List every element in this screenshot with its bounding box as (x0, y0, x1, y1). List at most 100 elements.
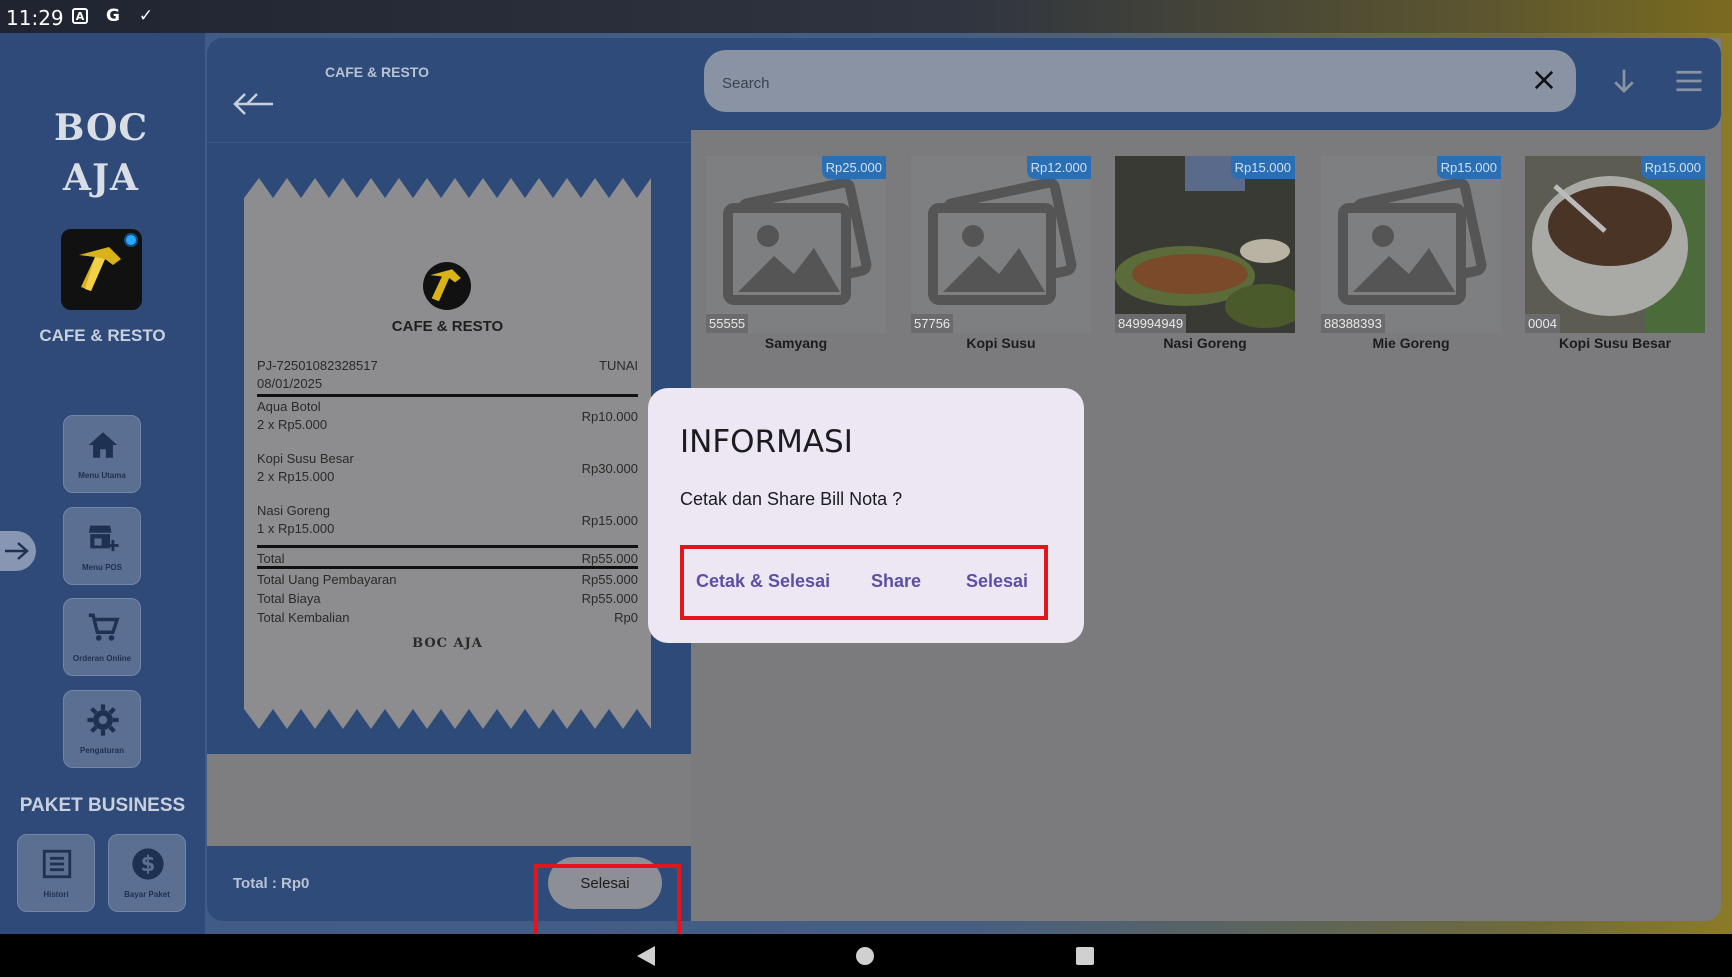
arrow-down-icon[interactable] (1609, 66, 1639, 96)
store-logo[interactable] (61, 229, 142, 310)
close-icon[interactable] (1530, 66, 1558, 94)
receipt-item: Kopi Susu Besar 2 x Rp15.000 Rp30.000 (257, 451, 638, 484)
store-add-icon (88, 525, 119, 552)
dollar-icon: $ (132, 848, 164, 880)
dialog-message: Cetak dan Share Bill Nota ? (680, 489, 903, 509)
back-nav-icon[interactable] (635, 944, 657, 968)
product-name: Kopi Susu (966, 335, 1036, 351)
cost-label: Total Biaya (257, 591, 321, 606)
price-badge: Rp15.000 (1436, 156, 1501, 179)
product-name: Kopi Susu Besar (1558, 335, 1672, 351)
cart-total: Total : Rp0 (233, 875, 310, 892)
product-code: 0004 (1525, 314, 1560, 333)
product-card[interactable]: Rp12.000 57756 Kopi Susu (911, 156, 1091, 356)
system-nav-bar (0, 934, 1732, 977)
histori-button[interactable]: Histori (17, 834, 95, 912)
image-placeholder-icon (1321, 156, 1501, 333)
receipt-date-row: 08/01/2025 (257, 376, 638, 391)
a-box-icon: A (72, 8, 88, 24)
status-bar: 11:29 A G ✓ (0, 0, 1732, 33)
nav-orderan-online[interactable]: Orderan Online (63, 598, 141, 676)
receipt-divider (257, 394, 638, 397)
cart-header: CAFE & RESTO (207, 38, 691, 143)
receipt-footer-logo: BOC AJA (412, 636, 483, 651)
cart-icon (88, 613, 120, 641)
coffee-photo (1525, 156, 1705, 333)
home-nav-icon[interactable] (855, 946, 875, 966)
cetak-selesai-button[interactable]: Cetak & Selesai (696, 571, 830, 592)
back-arrow-icon[interactable] (231, 90, 277, 118)
price-badge: Rp15.000 (1640, 156, 1705, 179)
receipt-store-name: CAFE & RESTO (391, 318, 504, 335)
sidebar: BOC AJA CAFE & RESTO Menu Utama Menu POS… (0, 33, 205, 934)
image-placeholder-icon (706, 156, 886, 333)
sidebar-store-name: CAFE & RESTO (39, 326, 166, 345)
gear-icon (87, 704, 119, 736)
product-image: Rp15.000 88388393 (1321, 156, 1501, 333)
product-card[interactable]: Rp15.000 849994949 Nasi Goreng (1115, 156, 1295, 356)
hammer-logo-icon (79, 247, 121, 291)
nav-pengaturan[interactable]: Pengaturan (63, 690, 141, 768)
nav-menu-pos[interactable]: Menu POS (63, 507, 141, 585)
price-badge: Rp15.000 (1230, 156, 1295, 179)
receipt-invoice: PJ-72501082328517 (257, 358, 378, 373)
paket-title: PAKET BUSINESS (19, 795, 186, 816)
product-code: 88388393 (1321, 314, 1385, 333)
receipt-cost-row: Total Biaya Rp55.000 (257, 591, 638, 606)
price-badge: Rp25.000 (821, 156, 886, 179)
check-icon: ✓ (138, 6, 154, 26)
hammer-logo-icon (430, 269, 461, 302)
cart-empty-area (207, 754, 691, 846)
app-window: BOC AJA CAFE & RESTO Menu Utama Menu POS… (0, 33, 1732, 956)
expand-sidebar-button[interactable] (0, 531, 36, 571)
receipt-paid-row: Total Uang Pembayaran Rp55.000 (257, 572, 638, 587)
top-bar: Search (691, 38, 1721, 130)
total-label: Total (257, 551, 285, 566)
price-badge: Rp12.000 (1026, 156, 1091, 179)
paid-value: Rp55.000 (581, 572, 638, 587)
zigzag-top (244, 176, 651, 198)
share-button[interactable]: Share (871, 571, 921, 592)
receipt-payment: TUNAI (599, 358, 638, 373)
search-bar[interactable]: Search (704, 50, 1576, 112)
bayar-paket-label: Bayar Paket (124, 890, 170, 899)
nav-label: Menu POS (81, 563, 122, 572)
dialog-title: INFORMASI (680, 424, 853, 460)
svg-text:$: $ (141, 852, 156, 877)
item-amount: Rp15.000 (581, 513, 638, 528)
receipt-change-row: Total Kembalian Rp0 (257, 610, 638, 625)
product-image: Rp25.000 55555 (706, 156, 886, 333)
zigzag-bottom (244, 709, 651, 731)
bayar-paket-button[interactable]: $ Bayar Paket (108, 834, 186, 912)
nav-menu-utama[interactable]: Menu Utama (63, 415, 141, 493)
cost-value: Rp55.000 (581, 591, 638, 606)
item-amount: Rp30.000 (581, 461, 638, 476)
nav-label: Pengaturan (79, 746, 124, 755)
product-name: Samyang (764, 335, 828, 351)
product-card[interactable]: Rp25.000 55555 Samyang (706, 156, 886, 356)
paid-label: Total Uang Pembayaran (257, 572, 397, 587)
receipt-preview: CAFE & RESTO PJ-72501082328517 TUNAI 08/… (244, 176, 651, 731)
product-image: Rp12.000 57756 (911, 156, 1091, 333)
cart-panel: CAFE & RESTO CAFE & RESTO PJ-72501082328… (207, 38, 691, 921)
nav-label: Orderan Online (72, 654, 132, 663)
receipt-divider (257, 545, 638, 548)
nav-label: Menu Utama (78, 471, 126, 480)
receipt-item: Nasi Goreng 1 x Rp15.000 Rp15.000 (257, 503, 638, 536)
home-icon (88, 432, 118, 458)
food-photo (1115, 156, 1295, 333)
search-input[interactable]: Search (722, 75, 770, 92)
menu-icon[interactable] (1674, 68, 1704, 94)
change-label: Total Kembalian (257, 610, 350, 625)
total-value: Rp55.000 (581, 551, 638, 566)
recents-nav-icon[interactable] (1075, 946, 1095, 966)
status-time: 11:29 (6, 6, 64, 30)
product-card[interactable]: Rp15.000 88388393 Mie Goreng (1321, 156, 1501, 356)
brand-logo: BOC AJA (53, 107, 149, 199)
dialog-selesai-button[interactable]: Selesai (966, 571, 1028, 592)
online-indicator (124, 233, 138, 247)
receipt-area: CAFE & RESTO PJ-72501082328517 TUNAI 08/… (207, 144, 691, 754)
receipt-date: 08/01/2025 (257, 376, 323, 391)
receipt-invoice-row: PJ-72501082328517 TUNAI (257, 358, 638, 373)
product-card[interactable]: Rp15.000 0004 Kopi Susu Besar (1525, 156, 1705, 356)
